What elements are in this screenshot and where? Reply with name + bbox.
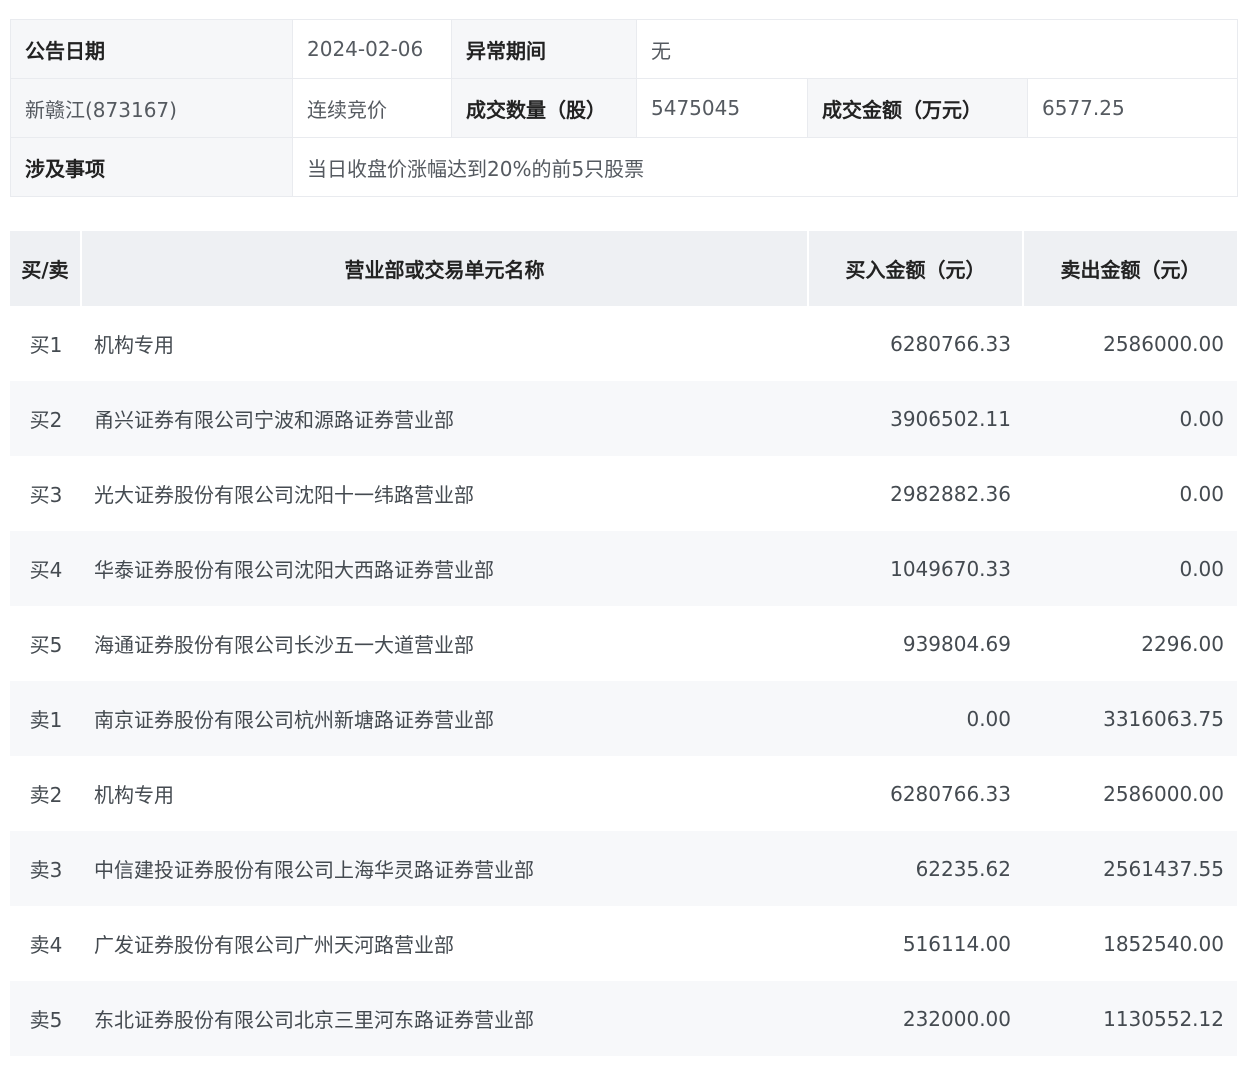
table-row: 买1 机构专用 6280766.33 2586000.00 — [10, 306, 1237, 381]
matter-label: 涉及事项 — [10, 137, 293, 197]
table-row: 卖1 南京证券股份有限公司杭州新塘路证券营业部 0.00 3316063.75 — [10, 681, 1237, 756]
row-buy-amount: 232000.00 — [809, 981, 1024, 1056]
announcement-date-label: 公告日期 — [10, 19, 293, 79]
row-branch-name: 海通证券股份有限公司长沙五一大道营业部 — [82, 606, 809, 681]
row-sell-amount: 2561437.55 — [1024, 831, 1237, 906]
summary-row-matter: 涉及事项 当日收盘价涨幅达到20%的前5只股票 — [10, 137, 1239, 197]
matter-value: 当日收盘价涨幅达到20%的前5只股票 — [291, 137, 1239, 197]
row-buy-amount: 939804.69 — [809, 606, 1024, 681]
row-side: 买3 — [10, 456, 82, 531]
row-side: 卖1 — [10, 681, 82, 756]
row-branch-name: 光大证券股份有限公司沈阳十一纬路营业部 — [82, 456, 809, 531]
volume-label: 成交数量（股） — [451, 78, 637, 138]
row-branch-name: 南京证券股份有限公司杭州新塘路证券营业部 — [82, 681, 809, 756]
row-sell-amount: 0.00 — [1024, 381, 1237, 456]
row-buy-amount: 1049670.33 — [809, 531, 1024, 606]
table-header-row: 买/卖 营业部或交易单元名称 买入金额（元） 卖出金额（元） — [10, 231, 1237, 306]
row-branch-name: 东北证券股份有限公司北京三里河东路证券营业部 — [82, 981, 809, 1056]
announcement-summary-table: 公告日期 2024-02-06 异常期间 无 新赣江(873167) 连续竞价 … — [10, 19, 1239, 197]
row-side: 卖3 — [10, 831, 82, 906]
amount-label: 成交金额（万元） — [807, 78, 1028, 138]
row-side: 买2 — [10, 381, 82, 456]
row-branch-name: 华泰证券股份有限公司沈阳大西路证券营业部 — [82, 531, 809, 606]
row-branch-name: 甬兴证券有限公司宁波和源路证券营业部 — [82, 381, 809, 456]
table-row: 卖5 东北证券股份有限公司北京三里河东路证券营业部 232000.00 1130… — [10, 981, 1237, 1056]
table-row: 买5 海通证券股份有限公司长沙五一大道营业部 939804.69 2296.00 — [10, 606, 1237, 681]
row-buy-amount: 0.00 — [809, 681, 1024, 756]
table-row: 卖2 机构专用 6280766.33 2586000.00 — [10, 756, 1237, 831]
row-sell-amount: 1130552.12 — [1024, 981, 1237, 1056]
table-row: 买4 华泰证券股份有限公司沈阳大西路证券营业部 1049670.33 0.00 — [10, 531, 1237, 606]
amount-value: 6577.25 — [1026, 78, 1239, 138]
row-buy-amount: 3906502.11 — [809, 381, 1024, 456]
table-row: 卖4 广发证券股份有限公司广州天河路营业部 516114.00 1852540.… — [10, 906, 1237, 981]
row-sell-amount: 3316063.75 — [1024, 681, 1237, 756]
row-buy-amount: 6280766.33 — [809, 756, 1024, 831]
row-branch-name: 机构专用 — [82, 756, 809, 831]
abnormal-period-value: 无 — [635, 19, 1239, 79]
row-sell-amount: 2586000.00 — [1024, 306, 1237, 381]
row-side: 卖4 — [10, 906, 82, 981]
row-sell-amount: 2586000.00 — [1024, 756, 1237, 831]
row-buy-amount: 516114.00 — [809, 906, 1024, 981]
abnormal-period-label: 异常期间 — [451, 19, 637, 79]
row-sell-amount: 0.00 — [1024, 531, 1237, 606]
header-sell-amount: 卖出金额（元） — [1024, 231, 1237, 306]
announcement-date-value: 2024-02-06 — [292, 19, 452, 79]
header-branch-name: 营业部或交易单元名称 — [82, 231, 809, 306]
row-side: 卖2 — [10, 756, 82, 831]
row-buy-amount: 2982882.36 — [809, 456, 1024, 531]
row-sell-amount: 0.00 — [1024, 456, 1237, 531]
row-side: 买1 — [10, 306, 82, 381]
row-side: 买5 — [10, 606, 82, 681]
volume-value: 5475045 — [636, 78, 808, 138]
table-row: 买3 光大证券股份有限公司沈阳十一纬路营业部 2982882.36 0.00 — [10, 456, 1237, 531]
row-side: 买4 — [10, 531, 82, 606]
table-row: 卖3 中信建投证券股份有限公司上海华灵路证券营业部 62235.62 25614… — [10, 831, 1237, 906]
row-branch-name: 中信建投证券股份有限公司上海华灵路证券营业部 — [82, 831, 809, 906]
row-buy-amount: 6280766.33 — [809, 306, 1024, 381]
summary-row-trade: 新赣江(873167) 连续竞价 成交数量（股） 5475045 成交金额（万元… — [10, 78, 1239, 138]
row-sell-amount: 1852540.00 — [1024, 906, 1237, 981]
row-branch-name: 机构专用 — [82, 306, 809, 381]
trading-seats-table: 买/卖 营业部或交易单元名称 买入金额（元） 卖出金额（元） 买1 机构专用 6… — [10, 231, 1237, 1056]
stock-name-code: 新赣江(873167) — [10, 78, 293, 138]
table-row: 买2 甬兴证券有限公司宁波和源路证券营业部 3906502.11 0.00 — [10, 381, 1237, 456]
header-side: 买/卖 — [10, 231, 82, 306]
summary-row-date: 公告日期 2024-02-06 异常期间 无 — [10, 19, 1239, 79]
row-sell-amount: 2296.00 — [1024, 606, 1237, 681]
row-branch-name: 广发证券股份有限公司广州天河路营业部 — [82, 906, 809, 981]
row-side: 卖5 — [10, 981, 82, 1056]
header-buy-amount: 买入金额（元） — [809, 231, 1024, 306]
trade-method: 连续竞价 — [292, 78, 452, 138]
row-buy-amount: 62235.62 — [809, 831, 1024, 906]
